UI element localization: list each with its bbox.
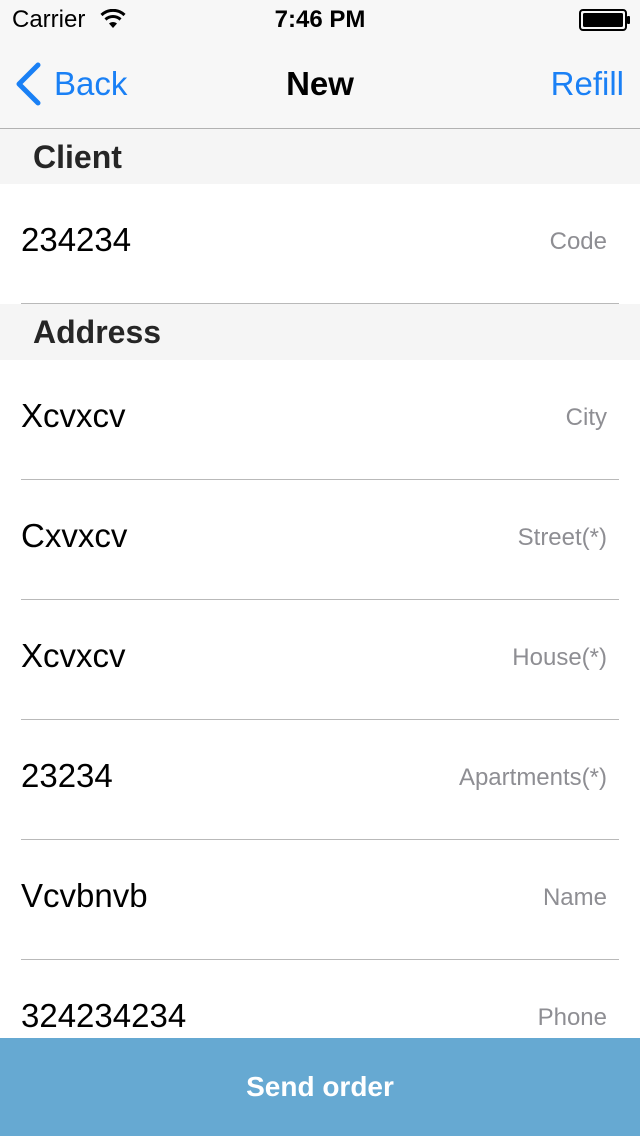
street-field[interactable] xyxy=(21,516,401,556)
code-label: Code xyxy=(549,228,607,255)
city-field[interactable] xyxy=(21,396,401,436)
name-field[interactable] xyxy=(21,876,401,916)
refill-button[interactable]: Refill xyxy=(551,64,624,104)
apartments-label: Apartments(*) xyxy=(458,764,607,791)
apartments-row: Apartments(*) xyxy=(0,720,640,840)
section-header-client: Client xyxy=(0,129,640,185)
navigation-bar: Back New Refill xyxy=(0,40,640,129)
status-bar: Carrier 7:46 PM xyxy=(0,0,640,40)
street-row: Street(*) xyxy=(0,480,640,600)
section-header-address: Address xyxy=(0,304,640,360)
page-title: New xyxy=(286,65,354,102)
phone-field[interactable] xyxy=(21,996,401,1036)
name-row: Name xyxy=(0,840,640,960)
house-label: House(*) xyxy=(512,644,607,671)
phone-label: Phone xyxy=(537,1004,607,1031)
city-label: City xyxy=(565,404,607,431)
section-title-client: Client xyxy=(33,139,122,175)
section-title-address: Address xyxy=(33,314,162,350)
status-time: 7:46 PM xyxy=(274,6,366,33)
apartments-field[interactable] xyxy=(21,756,401,796)
code-row: Code xyxy=(0,184,640,304)
battery-icon xyxy=(579,9,630,31)
send-order-button[interactable]: Send order xyxy=(0,1038,640,1136)
city-row: City xyxy=(0,360,640,480)
house-row: House(*) xyxy=(0,600,640,720)
name-label: Name xyxy=(542,884,607,911)
street-label: Street(*) xyxy=(517,524,607,551)
house-field[interactable] xyxy=(21,636,401,676)
code-field[interactable] xyxy=(21,220,401,260)
